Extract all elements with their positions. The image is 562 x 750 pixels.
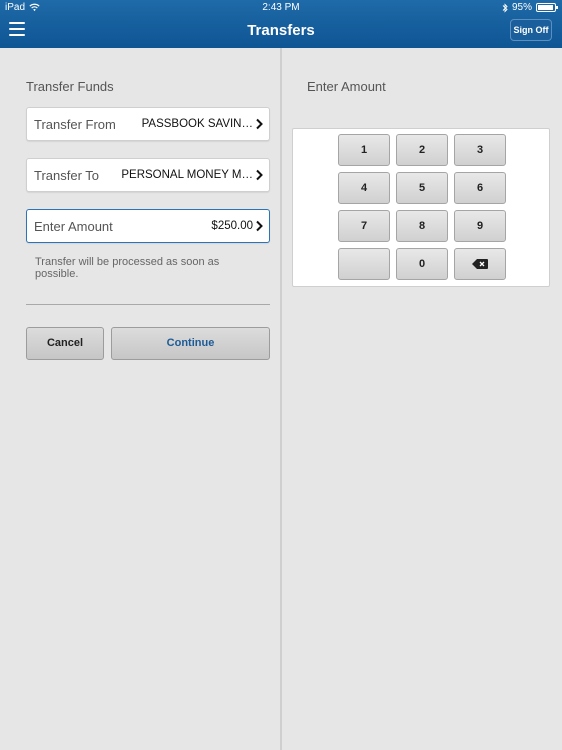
- status-time: 2:43 PM: [262, 2, 300, 13]
- enter-amount-field[interactable]: Enter Amount $250.00: [26, 209, 270, 243]
- key-6[interactable]: 6: [454, 172, 506, 204]
- transfer-to-label: Transfer To: [34, 168, 100, 183]
- enter-amount-heading: Enter Amount: [307, 79, 386, 94]
- page-title: Transfers: [247, 22, 315, 39]
- battery-percent: 95%: [511, 2, 532, 13]
- transfer-from-field[interactable]: Transfer From PASSBOOK SAVIN…: [26, 107, 270, 141]
- enter-amount-value: $250.00: [211, 220, 253, 232]
- transfer-funds-heading: Transfer Funds: [26, 79, 114, 94]
- key-5[interactable]: 5: [396, 172, 448, 204]
- keypad: 1 2 3 4 5 6 7 8 9 0: [292, 128, 550, 287]
- chevron-right-icon: [256, 118, 263, 130]
- sign-off-button[interactable]: Sign Off: [510, 19, 552, 41]
- key-1[interactable]: 1: [338, 134, 390, 166]
- battery-icon: [536, 3, 558, 12]
- backspace-key[interactable]: [454, 248, 506, 280]
- bluetooth-icon: [502, 2, 508, 13]
- app-header: iPad 2:43 PM 95% Transfers Sign Off: [0, 0, 562, 48]
- transfer-form-panel: Transfer Funds Transfer From PASSBOOK SA…: [0, 48, 281, 750]
- enter-amount-label: Enter Amount: [34, 219, 113, 234]
- transfer-from-label: Transfer From: [34, 117, 116, 132]
- processing-note: Transfer will be processed as soon as po…: [35, 256, 220, 280]
- key-7[interactable]: 7: [338, 210, 390, 242]
- key-4[interactable]: 4: [338, 172, 390, 204]
- key-8[interactable]: 8: [396, 210, 448, 242]
- status-bar: iPad 2:43 PM 95%: [0, 0, 562, 14]
- form-divider: [26, 304, 270, 305]
- keypad-panel: Enter Amount 1 2 3 4 5 6 7 8 9 0: [282, 48, 562, 750]
- continue-button[interactable]: Continue: [111, 327, 270, 360]
- key-3[interactable]: 3: [454, 134, 506, 166]
- key-2[interactable]: 2: [396, 134, 448, 166]
- transfer-to-value: PERSONAL MONEY M…: [121, 169, 253, 181]
- chevron-right-icon: [256, 220, 263, 232]
- transfer-from-value: PASSBOOK SAVIN…: [141, 118, 253, 130]
- transfer-to-field[interactable]: Transfer To PERSONAL MONEY M…: [26, 158, 270, 192]
- key-blank[interactable]: [338, 248, 390, 280]
- backspace-icon: [472, 259, 488, 269]
- chevron-right-icon: [256, 169, 263, 181]
- key-0[interactable]: 0: [396, 248, 448, 280]
- key-9[interactable]: 9: [454, 210, 506, 242]
- cancel-button[interactable]: Cancel: [26, 327, 104, 360]
